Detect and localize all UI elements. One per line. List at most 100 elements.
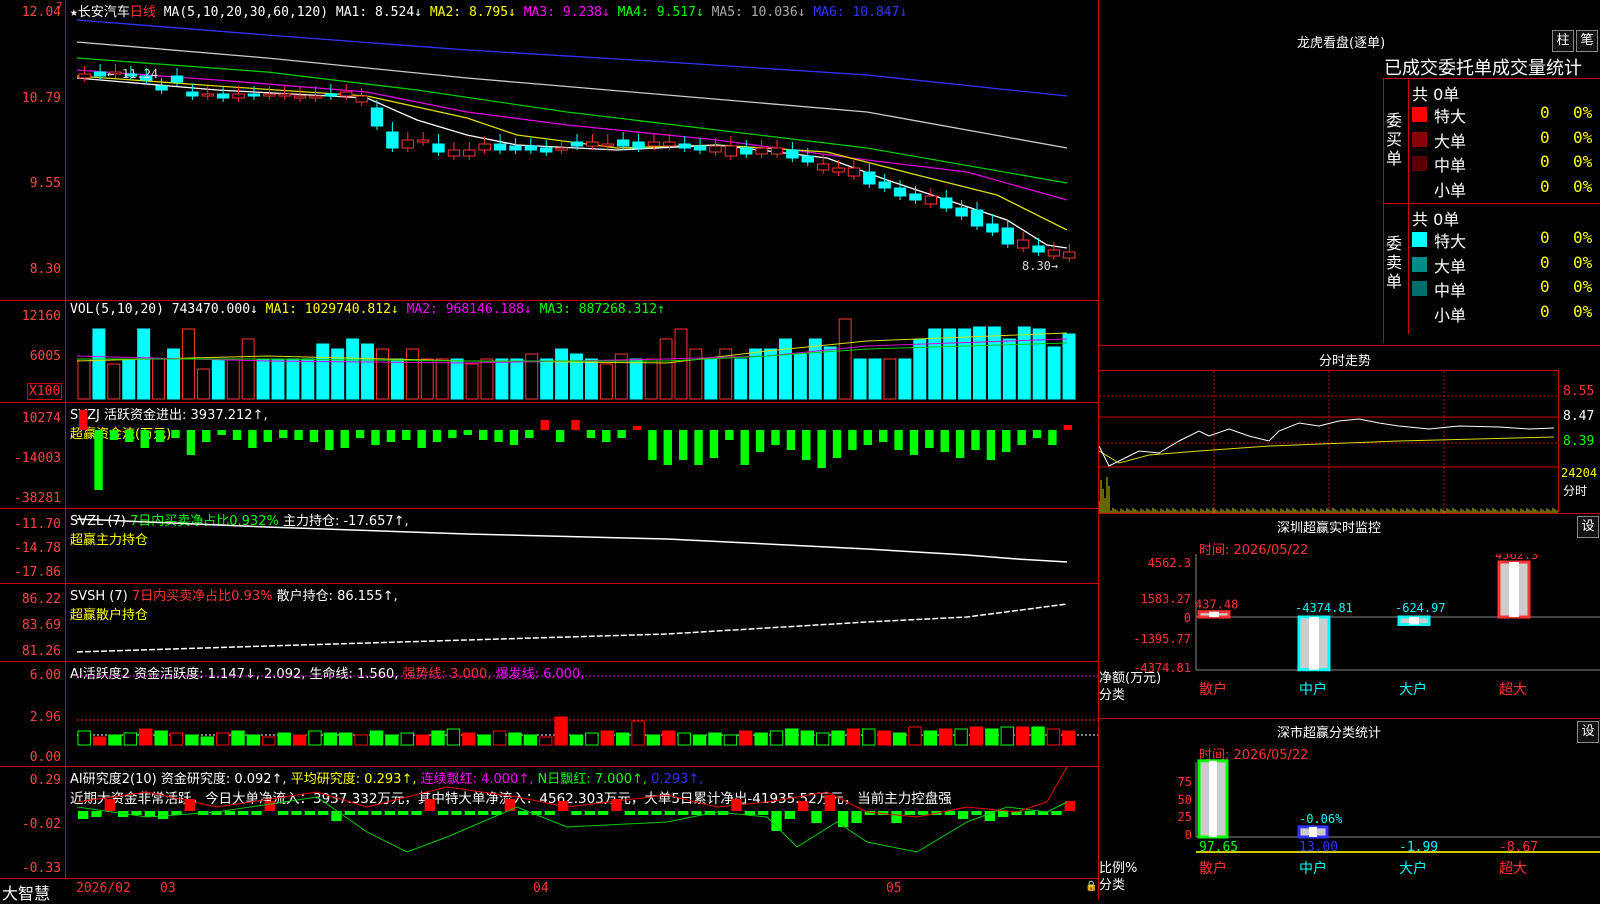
ai2-chart[interactable] — [67, 767, 1098, 878]
svzj-panel[interactable]: 10274 -14003 -38281 SVZJ 活跃资金进出: 3937.21… — [0, 403, 1098, 509]
column-button[interactable]: 柱 — [1552, 30, 1574, 52]
lock-icon[interactable]: 🔒 — [1085, 881, 1097, 892]
svzl-panel[interactable]: -11.70 -14.78 -17.86 SVZL (7) 7日内买卖净占比0.… — [0, 509, 1098, 584]
svzj-axis: 10274 -14003 -38281 — [0, 403, 66, 508]
volume-bar — [584, 358, 598, 400]
ai2-axis: 0.29 -0.02 -0.33 — [0, 767, 66, 878]
ai1-bar — [539, 736, 553, 746]
svzj-bar — [602, 430, 611, 442]
candle — [863, 171, 876, 185]
volume-panel[interactable]: 12160 6005 X100 VOL(5,10,20) 743470.000↓… — [0, 301, 1098, 403]
svzj-bar — [171, 430, 180, 438]
volume-bar — [241, 338, 255, 400]
stroke-button[interactable]: 笔 — [1576, 30, 1598, 52]
ai1-bar — [646, 734, 661, 746]
svzl-tick: -17.86 — [14, 565, 61, 580]
ma4-line — [76, 57, 1068, 184]
candle — [663, 141, 676, 147]
svzl-chart[interactable] — [67, 509, 1098, 583]
candle — [570, 141, 584, 147]
ai1-bar — [108, 734, 122, 746]
candle — [340, 91, 353, 97]
candles — [78, 64, 1076, 262]
svsh-panel[interactable]: 86.22 83.69 81.26 SVSH (7) 7日内买卖净占比0.93%… — [0, 584, 1098, 662]
ai2-bar — [771, 811, 782, 831]
svzj-bar — [232, 430, 242, 440]
ai1-chart[interactable] — [67, 662, 1098, 766]
intraday-chart[interactable] — [1098, 371, 1559, 513]
classify-chart[interactable]: 75 50 25 0 +0.01% 97.65 散户 -0.06% 13.00 中户 -1.99 大户… — [1099, 757, 1600, 901]
ai2-bar — [291, 811, 302, 815]
svzj-chart[interactable] — [67, 403, 1098, 508]
svzj-bar — [832, 430, 842, 458]
volume-bar — [987, 326, 1001, 400]
volume-bar — [1017, 326, 1031, 400]
ai1-bar — [292, 734, 307, 746]
svzj-bar — [248, 430, 257, 448]
intraday-title: 分时走势 — [1319, 354, 1372, 369]
svzj-bar — [494, 430, 503, 442]
kline-chart[interactable]: ← 11.24 8.30→ — [67, 0, 1098, 300]
candle — [632, 141, 645, 149]
svzj-bar — [448, 430, 457, 438]
color-swatch — [1412, 256, 1427, 272]
kline-panel[interactable]: 12.04 10.79 9.55 8.30 7 ★长安汽车日线 MA(5,10,… — [0, 0, 1098, 301]
volume-bar — [405, 348, 419, 400]
x-label: 04 — [533, 881, 549, 896]
ai2-bar — [678, 811, 689, 815]
ai1-tick: 0.00 — [29, 750, 61, 765]
svzj-bar — [217, 430, 226, 435]
volume-bar — [808, 338, 822, 400]
ai1-bar — [400, 732, 414, 746]
candle — [324, 93, 338, 97]
monitor-chart[interactable]: 4562.31583.270-1395.77-4374.81437.48散户-4… — [1099, 554, 1600, 719]
intraday-panel[interactable]: 分时走势 8.55 8.47 8.39 24204 分时 — [1098, 345, 1600, 513]
svzj-bar — [325, 430, 334, 450]
classify-tick: 0 — [1185, 828, 1192, 842]
volume-bar — [793, 353, 807, 400]
ai1-bar — [1062, 730, 1076, 746]
candle — [463, 149, 476, 157]
ai1-bar — [385, 734, 399, 746]
candle — [986, 223, 999, 233]
classify-tick: 25 — [1178, 810, 1192, 824]
volume-chart[interactable] — [67, 301, 1098, 402]
row-vol: 0 — [1540, 152, 1550, 171]
volume-bar — [256, 358, 270, 400]
candle — [909, 193, 922, 201]
ai2-bar — [318, 811, 329, 815]
sell-side: 委卖单 — [1386, 234, 1403, 291]
svzj-bar — [725, 430, 734, 440]
ai1-bar — [354, 734, 368, 746]
row-name: 大单 — [1434, 131, 1467, 151]
ai2-bar — [264, 801, 275, 811]
volume-bar — [226, 358, 240, 400]
svzj-bar — [632, 426, 642, 430]
row-vol: 0 — [1540, 127, 1550, 147]
candle — [509, 145, 522, 151]
ai-research-panel[interactable]: 0.29 -0.02 -0.33 AI研究度2(10) 资金研究度: 0.092… — [0, 767, 1098, 879]
ai1-bar — [92, 736, 107, 746]
candle — [555, 147, 568, 151]
ai2-bar — [598, 811, 609, 815]
candle — [309, 95, 322, 99]
ai2-bar — [758, 811, 769, 815]
candle — [263, 93, 276, 97]
sell-count: 共 0单 — [1412, 210, 1460, 229]
color-swatch — [1412, 131, 1427, 147]
classify-panel: 深市超赢分类统计 设 时间: 2026/05/22 7550250+0.01%9… — [1099, 718, 1600, 900]
row-pct: 0% — [1573, 277, 1593, 296]
svsh-chart[interactable] — [67, 584, 1098, 661]
ai2-bar — [158, 811, 169, 819]
classify-value: 97.65 — [1199, 840, 1238, 855]
volume-bar — [167, 348, 180, 400]
svzj-bar — [786, 430, 796, 450]
ai2-tick: -0.02 — [21, 817, 61, 832]
monitor-settings-button[interactable]: 设 — [1577, 516, 1599, 538]
volume-bar — [480, 358, 494, 400]
classify-settings-button[interactable]: 设 — [1577, 721, 1599, 743]
low-label: 8.30→ — [1022, 259, 1058, 273]
price-tick: 8.30 — [29, 262, 61, 277]
ai-activity-panel[interactable]: 6.00 2.96 0.00 AI活跃度2 资金活跃度: 1.147↓, 2.0… — [0, 662, 1098, 767]
candle — [155, 85, 168, 91]
